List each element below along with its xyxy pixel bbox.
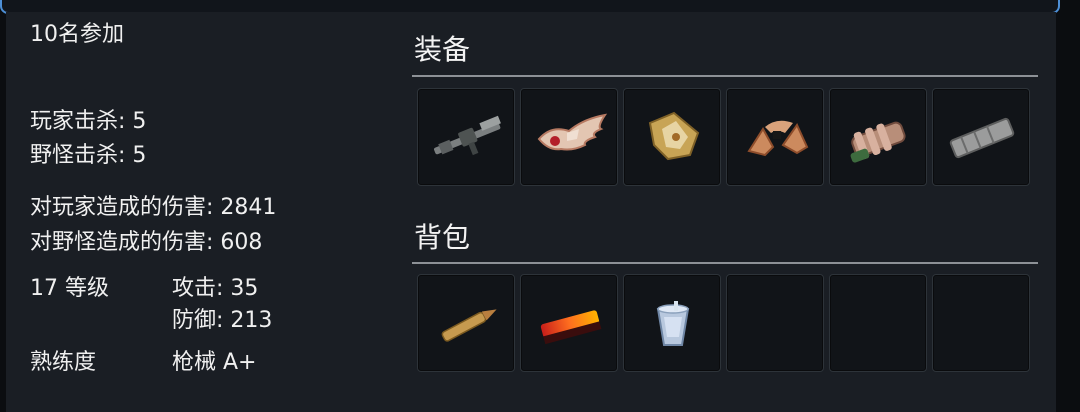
- equipment-slot-2[interactable]: [520, 88, 618, 186]
- backpack-title: 背包: [414, 221, 471, 254]
- player-kills: 玩家击杀: 5: [30, 109, 147, 134]
- equipment-grid: [417, 88, 1030, 186]
- proficiency-label: 熟练度: [30, 350, 97, 375]
- damage-to-monsters: 对野怪造成的伤害: 608: [30, 230, 263, 255]
- proficiency-value: 枪械 A+: [172, 350, 257, 375]
- gauntlet-icon: [850, 121, 906, 163]
- bullet-icon: [441, 309, 497, 342]
- level: 17 等级: [30, 276, 109, 301]
- equipment-slot-6[interactable]: [932, 88, 1030, 186]
- shield-icon: [648, 111, 700, 161]
- defense-stat: 防御: 213: [172, 308, 273, 333]
- backpack-slot-2[interactable]: [520, 274, 618, 372]
- magazine-icon: [949, 117, 1015, 159]
- ammo-bar-icon: [540, 310, 602, 345]
- participants-count: 10名参加: [30, 22, 124, 47]
- backpack-slot-3[interactable]: [623, 274, 721, 372]
- equipment-slot-4[interactable]: [726, 88, 824, 186]
- equipment-divider: [412, 75, 1038, 77]
- backpack-slot-1[interactable]: [417, 274, 515, 372]
- backpack-divider: [412, 262, 1038, 264]
- rifle-icon: [434, 115, 501, 156]
- result-panel: 10名参加 玩家击杀: 5 野怪击杀: 5 对玩家造成的伤害: 2841 对野怪…: [6, 12, 1056, 412]
- damage-to-players: 对玩家造成的伤害: 2841: [30, 195, 277, 220]
- equipment-slot-5[interactable]: [829, 88, 927, 186]
- attack-stat: 攻击: 35: [172, 276, 259, 301]
- cup-icon: [656, 301, 690, 346]
- shoulder-armor-icon: [747, 120, 809, 157]
- backpack-slot-4[interactable]: [726, 274, 824, 372]
- winged-crown-icon: [537, 113, 608, 151]
- equipment-title: 装备: [414, 33, 471, 66]
- equipment-slot-3[interactable]: [623, 88, 721, 186]
- equipment-slot-1[interactable]: [417, 88, 515, 186]
- backpack-grid: [417, 274, 1030, 372]
- monster-kills: 野怪击杀: 5: [30, 143, 147, 168]
- backpack-slot-5[interactable]: [829, 274, 927, 372]
- backpack-slot-6[interactable]: [932, 274, 1030, 372]
